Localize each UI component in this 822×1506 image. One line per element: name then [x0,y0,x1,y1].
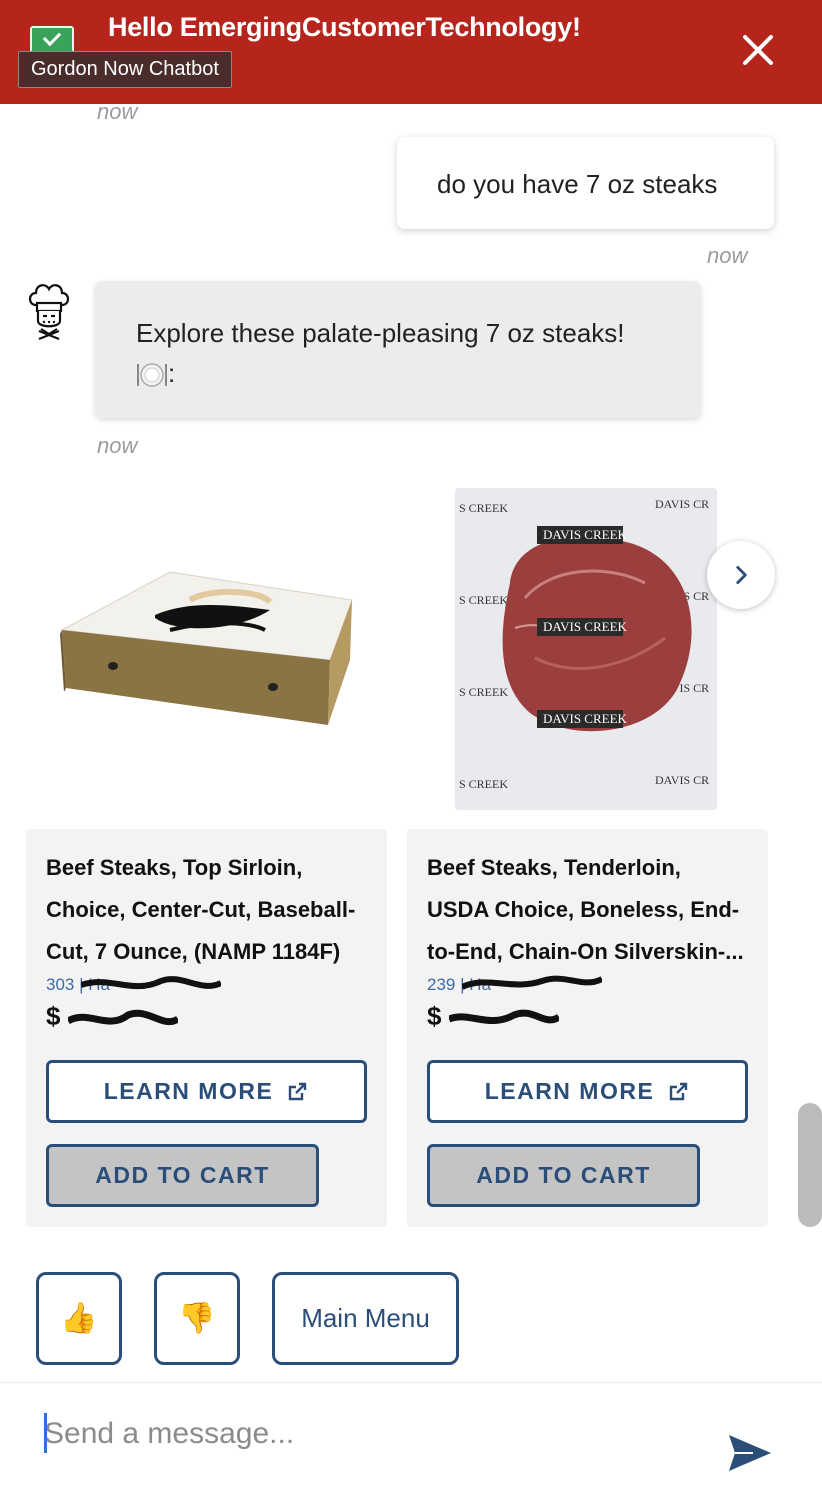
svg-text:S CREEK: S CREEK [459,501,508,515]
external-link-icon [289,1082,307,1100]
header-title: Hello EmergingCustomerTechnology! [108,12,581,42]
thumbs-up-button[interactable]: 👍 [36,1272,122,1365]
bot-message-suffix: : [168,358,176,388]
text-cursor [44,1413,47,1453]
product-image-box[interactable] [60,560,360,740]
svg-text:DAVIS CR: DAVIS CR [655,497,709,511]
svg-text:DAVIS CREEK: DAVIS CREEK [543,711,628,726]
redaction-scribble [68,1009,178,1026]
bot-message-bubble: Explore these palate-pleasing 7 oz steak… [95,281,701,418]
product-image-steak[interactable]: S CREEK DAVIS CR S CREEK DAVIS CR S CREE… [455,488,717,810]
thumbs-up-icon: 👍 [60,1302,98,1335]
message-input[interactable] [44,1411,684,1457]
chat-header: Hello EmergingCustomerTechnology! Gordon… [0,0,822,104]
svg-text:S CREEK: S CREEK [459,593,508,607]
thumbs-down-button[interactable]: 👎 [154,1272,240,1365]
main-menu-button[interactable]: Main Menu [272,1272,459,1365]
svg-text:DAVIS CREEK: DAVIS CREEK [543,619,628,634]
message-timestamp: now [97,99,138,124]
learn-more-button[interactable]: LEARN MORE [46,1060,367,1123]
product-title[interactable]: Beef Steaks, Top Sirloin, Choice, Center… [46,847,366,973]
product-card: Beef Steaks, Top Sirloin, Choice, Center… [26,829,387,1227]
send-icon [729,1435,771,1471]
redaction-scribble [81,976,221,990]
bot-message-text: Explore these palate-pleasing 7 oz steak… [136,318,625,348]
message-composer [0,1382,822,1506]
chef-avatar-icon [24,281,74,343]
box-icon [60,571,353,725]
add-to-cart-button[interactable]: ADD TO CART [427,1144,700,1207]
user-message-bubble: do you have 7 oz steaks [397,137,774,229]
carousel-next-button[interactable] [707,541,775,609]
svg-text:S CREEK: S CREEK [459,685,508,699]
vacuum-packed-steak-icon: S CREEK DAVIS CR S CREEK DAVIS CR S CREE… [455,488,717,810]
product-card: Beef Steaks, Tenderloin, USDA Choice, Bo… [407,829,768,1227]
svg-text:S CREEK: S CREEK [459,777,508,791]
svg-text:DAVIS CR: DAVIS CR [655,773,709,787]
redaction-scribble [462,975,602,990]
close-button[interactable] [734,26,782,74]
product-price: $ [46,1001,61,1031]
external-link-icon [670,1082,688,1100]
chevron-right-icon [736,566,747,584]
fork-knife-plate-icon [136,360,168,390]
product-price: $ [427,1001,442,1031]
scrollbar-thumb[interactable] [798,1103,822,1227]
tooltip: Gordon Now Chatbot [18,51,232,88]
svg-text:DAVIS CREEK: DAVIS CREEK [543,527,628,542]
close-icon [743,35,773,65]
add-to-cart-button[interactable]: ADD TO CART [46,1144,319,1207]
thumbs-down-icon: 👎 [178,1302,216,1335]
send-button[interactable] [727,1433,773,1473]
product-title[interactable]: Beef Steaks, Tenderloin, USDA Choice, Bo… [427,847,747,973]
learn-more-button[interactable]: LEARN MORE [427,1060,748,1123]
user-message-text: do you have 7 oz steaks [437,169,718,199]
redaction-scribble [449,1009,559,1024]
message-timestamp: now [97,433,138,458]
message-timestamp: now [707,243,748,268]
